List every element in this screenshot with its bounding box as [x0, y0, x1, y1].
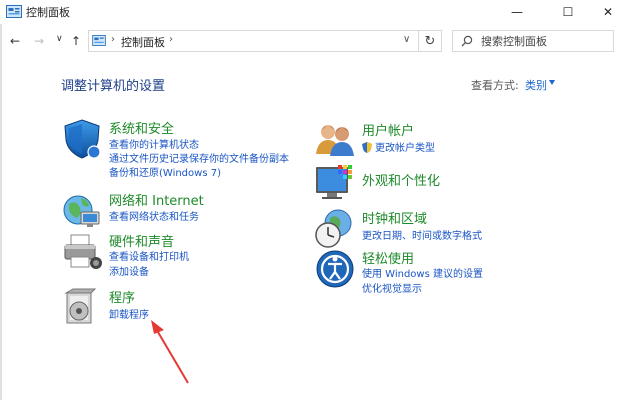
- link-devices-printers[interactable]: 查看设备和打印机: [109, 248, 189, 263]
- maximize-button[interactable]: ☐: [551, 0, 585, 24]
- link-add-device[interactable]: 添加设备: [109, 263, 149, 278]
- recent-locations-button[interactable]: ∨: [56, 34, 63, 44]
- link-change-date-time-format[interactable]: 更改日期、时间或数字格式: [362, 227, 482, 242]
- title-bar: 控制面板 — ☐ ✕: [0, 0, 631, 24]
- refresh-button[interactable]: ↻: [418, 30, 442, 52]
- category-title[interactable]: 用户帐户: [362, 120, 414, 139]
- monitor-palette-icon[interactable]: [314, 163, 356, 205]
- address-bar[interactable]: › 控制面板 › ∨: [88, 30, 442, 52]
- close-button[interactable]: ✕: [591, 0, 625, 24]
- search-box[interactable]: [452, 30, 614, 52]
- search-icon: [461, 35, 473, 47]
- up-button[interactable]: ↑: [71, 34, 81, 48]
- printer-icon[interactable]: [61, 231, 103, 273]
- link-recommended-settings[interactable]: 使用 Windows 建议的设置: [362, 265, 483, 280]
- breadcrumb-separator[interactable]: ›: [169, 34, 173, 45]
- control-panel-icon: [92, 35, 106, 46]
- control-panel-icon: [6, 5, 22, 18]
- back-button[interactable]: ←: [10, 34, 20, 48]
- users-icon[interactable]: [314, 120, 356, 162]
- address-dropdown-button[interactable]: ∨: [403, 34, 410, 45]
- link-backup-restore[interactable]: 备份和还原(Windows 7): [109, 164, 221, 179]
- forward-button[interactable]: →: [34, 34, 44, 48]
- window-left-edge: [0, 24, 2, 400]
- uac-shield-icon: [362, 142, 372, 153]
- category-title[interactable]: 程序: [109, 287, 135, 306]
- accessibility-icon[interactable]: [314, 248, 356, 290]
- link-view-computer-status[interactable]: 查看你的计算机状态: [109, 136, 199, 151]
- annotation-arrow-icon: [151, 320, 189, 384]
- clock-globe-icon[interactable]: [314, 208, 356, 250]
- view-by-dropdown[interactable]: 类别: [525, 77, 547, 93]
- chevron-down-icon[interactable]: [549, 80, 555, 85]
- network-globe-icon[interactable]: [61, 190, 103, 232]
- shield-icon[interactable]: [61, 118, 103, 160]
- search-input[interactable]: [481, 33, 609, 49]
- category-title[interactable]: 外观和个性化: [362, 170, 440, 189]
- view-by-label: 查看方式:: [471, 79, 519, 92]
- link-file-history-backup[interactable]: 通过文件历史记录保存你的文件备份副本: [109, 150, 289, 165]
- minimize-button[interactable]: —: [500, 0, 534, 24]
- link-optimize-visual-display[interactable]: 优化视觉显示: [362, 280, 422, 295]
- breadcrumb-separator[interactable]: ›: [111, 34, 115, 45]
- page-title: 调整计算机的设置: [61, 79, 166, 94]
- category-title[interactable]: 系统和安全: [109, 118, 174, 137]
- link-change-account-type[interactable]: 更改帐户类型: [362, 139, 435, 154]
- link-label[interactable]: 更改帐户类型: [375, 143, 435, 154]
- category-title[interactable]: 时钟和区域: [362, 208, 427, 227]
- breadcrumb-control-panel[interactable]: 控制面板: [121, 34, 165, 50]
- category-title[interactable]: 网络和 Internet: [109, 190, 204, 209]
- window-title: 控制面板: [26, 6, 70, 19]
- link-network-status[interactable]: 查看网络状态和任务: [109, 208, 199, 223]
- programs-disc-icon[interactable]: [61, 287, 103, 329]
